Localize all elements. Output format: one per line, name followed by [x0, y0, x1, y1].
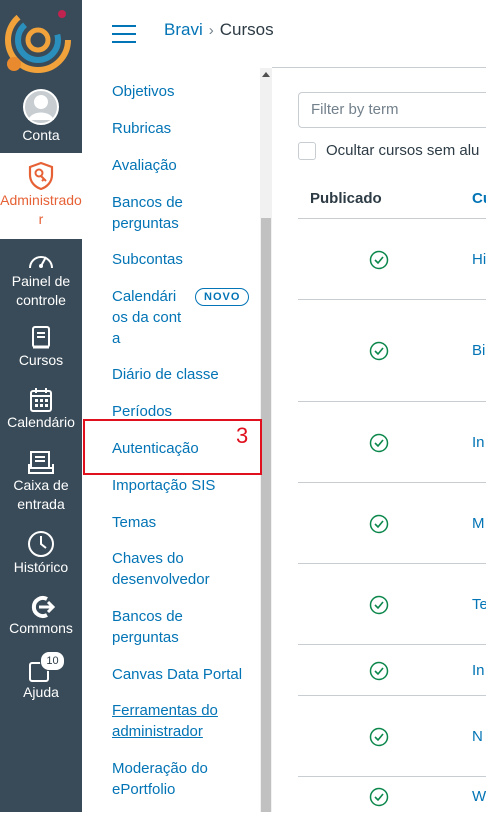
hide-courses-label: Ocultar cursos sem alu	[326, 142, 480, 159]
table-row: Te	[298, 563, 486, 645]
subnav-item-grading[interactable]: Avaliação	[112, 155, 260, 176]
breadcrumb-separator-icon: ›	[208, 22, 214, 39]
table-row: W	[298, 776, 486, 817]
subnav-item-eportfolio-moderation[interactable]: Moderação do ePortfolio	[112, 758, 222, 800]
subnav-item-gradebook[interactable]: Diário de classe	[112, 364, 260, 385]
subnav-item-question-banks-2[interactable]: Bancos de perguntas	[112, 606, 202, 648]
nav-commons-label: Commons	[9, 620, 73, 636]
course-name-link[interactable]: In	[472, 662, 485, 679]
shield-icon	[28, 161, 54, 191]
nav-inbox[interactable]: Caixa de entrada	[0, 450, 82, 514]
published-check-icon	[369, 727, 389, 747]
nav-calendar[interactable]: Calendário	[0, 387, 82, 432]
breadcrumb-account[interactable]: Bravi	[164, 20, 203, 39]
published-check-icon	[369, 433, 389, 453]
nav-help[interactable]: 10 Ajuda	[0, 651, 82, 702]
subnav-item-rubrics[interactable]: Rubricas	[112, 118, 260, 139]
hide-courses-checkbox[interactable]	[298, 142, 316, 160]
clock-icon	[28, 531, 54, 557]
header-divider	[272, 67, 486, 68]
course-name-link[interactable]: In	[472, 434, 485, 451]
nav-admin-label: Administrado r	[0, 192, 82, 227]
course-name-link[interactable]: Bi	[472, 342, 485, 359]
scrollbar-thumb[interactable]	[261, 218, 271, 812]
column-header-course[interactable]: Cu	[472, 190, 486, 207]
nav-calendar-label: Calendário	[7, 414, 75, 430]
breadcrumb-current: Cursos	[219, 20, 274, 39]
published-check-icon	[369, 341, 389, 361]
scroll-up-arrow-icon[interactable]	[262, 72, 270, 77]
commons-icon	[31, 596, 55, 618]
subnav-item-themes[interactable]: Temas	[112, 512, 260, 533]
course-name-link[interactable]: W	[472, 788, 486, 805]
breadcrumb: Bravi › Cursos	[164, 20, 274, 40]
published-check-icon	[369, 787, 389, 807]
annotation-number: 3	[236, 423, 249, 448]
published-check-icon	[369, 250, 389, 270]
nav-inbox-label: Caixa de entrada	[13, 477, 69, 512]
published-check-icon	[369, 514, 389, 534]
subnav-item-admin-tools[interactable]: Ferramentas do administrador	[112, 700, 232, 742]
nav-courses[interactable]: Cursos	[0, 325, 82, 370]
subnav-item-question-banks[interactable]: Bancos de perguntas	[112, 192, 202, 234]
menu-toggle-icon[interactable]	[112, 25, 136, 49]
nav-commons[interactable]: Commons	[0, 595, 82, 638]
table-row: M	[298, 482, 486, 564]
table-row: In	[298, 401, 486, 483]
subnav-item-account-calendars-label: Calendári os da conta	[112, 288, 182, 347]
course-name-link[interactable]: N	[472, 728, 483, 745]
nav-history-label: Histórico	[13, 559, 69, 575]
global-nav: Conta Administrado r Painel de controle …	[0, 0, 82, 812]
column-header-published[interactable]: Publicado	[310, 190, 382, 207]
canvas-logo-icon[interactable]	[0, 0, 82, 85]
calendar-icon	[30, 388, 52, 412]
table-row: N	[298, 695, 486, 777]
nav-history[interactable]: Histórico	[0, 530, 82, 577]
new-badge: NOVO	[195, 288, 250, 306]
nav-dashboard[interactable]: Painel de controle	[0, 248, 82, 310]
nav-account-label: Conta	[22, 127, 60, 143]
nav-admin[interactable]: Administrado r	[0, 153, 82, 239]
inbox-icon	[28, 451, 54, 474]
nav-courses-label: Cursos	[18, 352, 64, 368]
book-icon	[32, 326, 50, 349]
course-name-link[interactable]: Hi	[472, 251, 486, 268]
nav-help-label: Ajuda	[23, 684, 59, 700]
course-name-link[interactable]: Te	[472, 596, 486, 613]
nav-account[interactable]: Conta	[0, 88, 82, 145]
help-badge: 10	[40, 651, 65, 671]
subnav-item-sis-import[interactable]: Importação SIS	[112, 475, 260, 496]
table-row: Hi	[298, 218, 486, 300]
subnav-item-account-calendars[interactable]: Calendári os da conta NOVO	[112, 286, 260, 349]
published-check-icon	[369, 661, 389, 681]
filter-by-term-select[interactable]: Filter by term	[298, 92, 486, 128]
dashboard-icon	[29, 256, 53, 269]
subnav-item-developer-keys[interactable]: Chaves do desenvolvedor	[112, 548, 222, 590]
table-row: Bi	[298, 299, 486, 402]
table-row: In	[298, 644, 486, 696]
subnav-item-objectives[interactable]: Objetivos	[112, 81, 260, 102]
avatar	[23, 89, 59, 125]
subnav-item-subaccounts[interactable]: Subcontas	[112, 249, 260, 270]
published-check-icon	[369, 595, 389, 615]
course-name-link[interactable]: M	[472, 515, 485, 532]
subnav-item-canvas-data-portal[interactable]: Canvas Data Portal	[112, 664, 260, 685]
nav-dashboard-label: Painel de controle	[11, 273, 71, 308]
